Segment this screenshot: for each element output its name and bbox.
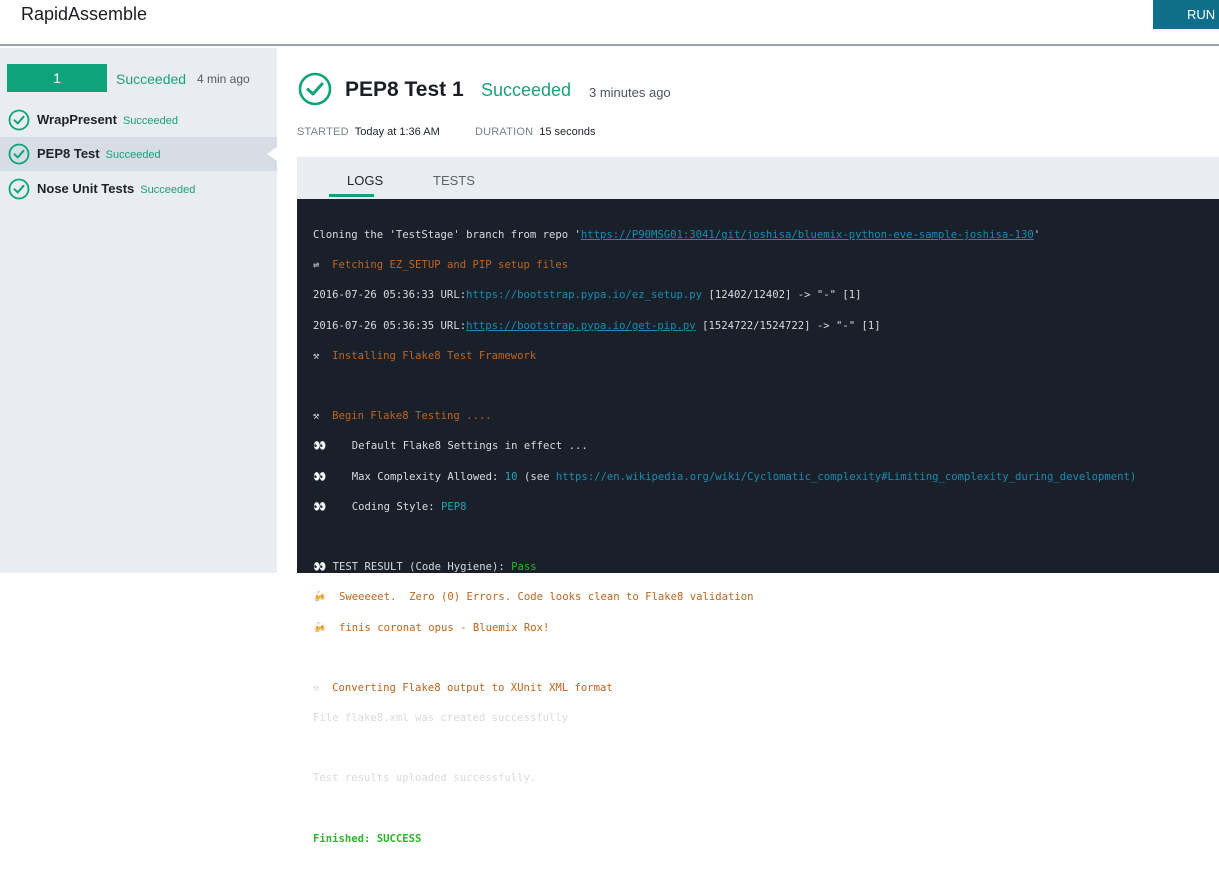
stage-item-nose-unit-tests[interactable]: Nose Unit Tests Succeeded [0, 172, 277, 206]
stage-status: Succeeded [140, 184, 196, 196]
tab-logs[interactable]: LOGS [347, 173, 383, 188]
log-text: Max Complexity Allowed: [326, 470, 505, 483]
log-text: Sweeeeet. Zero (0) Errors. Code looks cl… [326, 591, 754, 604]
log-line: 👀 Coding Style: PEP8 [313, 500, 1219, 515]
eyes-icon: 👀 [313, 470, 327, 483]
duration-value: 15 seconds [539, 126, 596, 138]
run-button[interactable]: RUN [1153, 0, 1219, 29]
sidebar: 1 Succeeded 4 min ago WrapPresent Succeed… [0, 48, 277, 573]
beer-icon: 🍻 [313, 621, 327, 634]
started-value: Today at 1:36 AM [354, 126, 440, 138]
log-text: File flake8.xml was created successfully [313, 712, 569, 725]
job-detail: PEP8 Test 1 Succeeded 3 minutes ago STAR… [277, 48, 1219, 845]
duration-label: DURATION [475, 126, 534, 138]
started-meta: STARTED Today at 1:36 AM [297, 126, 440, 138]
build-time: 4 min ago [197, 72, 250, 86]
log-text: ' [1033, 229, 1041, 242]
log-line: ⇌ Fetching EZ_SETUP and PIP setup files [313, 258, 1219, 273]
ez-setup-link[interactable]: https://bootstrap.pypa.io/ez_setup.py [466, 289, 702, 301]
stage-item-pep8-test[interactable]: PEP8 Test Succeeded [0, 137, 277, 171]
log-value: 10 [504, 470, 518, 483]
job-time-ago: 3 minutes ago [589, 85, 671, 100]
log-line: ⚒ Converting Flake8 output to XUnit XML … [313, 681, 1219, 696]
log-line: 👀 Max Complexity Allowed: 10 (see https:… [313, 470, 1219, 485]
active-tab-indicator [329, 194, 374, 197]
log-line: File flake8.xml was created successfully [313, 711, 1219, 726]
log-line: 🍻 finis coronat opus - Bluemix Rox! [313, 621, 1219, 636]
stage-name: Nose Unit Tests [37, 181, 135, 196]
finished-status: Finished: SUCCESS [313, 832, 422, 845]
stage-item-wrappresent[interactable]: WrapPresent Succeeded [0, 103, 277, 137]
log-line: ⚒ Installing Flake8 Test Framework [313, 349, 1219, 364]
test-result-value: Pass [511, 561, 537, 574]
log-line-blank [313, 741, 1219, 756]
log-line: ⚒ Begin Flake8 Testing .... [313, 409, 1219, 424]
active-pointer [267, 147, 277, 161]
log-text: (see [517, 470, 556, 483]
app-title: RapidAssemble [21, 4, 148, 24]
log-line: Finished: SUCCESS [313, 832, 1219, 847]
log-line: 👀 Default Flake8 Settings in effect ... [313, 439, 1219, 454]
started-label: STARTED [297, 126, 349, 138]
log-line-blank [313, 651, 1219, 666]
log-text: ) [1129, 470, 1137, 483]
repo-link[interactable]: https://P90MSG01:3041/git/joshisa/bluemi… [581, 229, 1034, 241]
log-text: Converting Flake8 output to XUnit XML fo… [319, 681, 613, 694]
log-text: 2016-07-26 05:36:33 URL: [313, 289, 467, 302]
stage-name: WrapPresent [37, 112, 117, 127]
tab-tests[interactable]: TESTS [433, 173, 475, 188]
log-text: Default Flake8 Settings in effect ... [326, 440, 588, 453]
job-status: Succeeded [481, 80, 572, 100]
log-text: Coding Style: [326, 500, 442, 513]
log-text: finis coronat opus - Bluemix Rox! [326, 621, 550, 634]
duration-meta: DURATION 15 seconds [475, 126, 596, 138]
build-number-badge[interactable]: 1 [7, 64, 107, 92]
stage-label: WrapPresent Succeeded [37, 112, 178, 127]
check-circle-icon [8, 143, 30, 165]
log-text: [12402/12402] -> "-" [1] [702, 289, 862, 302]
beer-icon: 🍻 [313, 591, 327, 604]
get-pip-link[interactable]: https://bootstrap.pypa.io/get-pip.py [466, 320, 696, 332]
stage-label: PEP8 Test Succeeded [37, 146, 161, 161]
eyes-icon: 👀 [313, 561, 327, 574]
tab-bar: LOGS TESTS [297, 157, 1219, 199]
log-output[interactable]: Cloning the 'TestStage' branch from repo… [297, 199, 1219, 845]
build-summary[interactable]: 1 Succeeded 4 min ago [7, 64, 272, 92]
wikipedia-link[interactable]: https://en.wikipedia.org/wiki/Cyclomatic… [556, 471, 1130, 483]
stage-label: Nose Unit Tests Succeeded [37, 181, 195, 196]
log-text: TEST RESULT (Code Hygiene): [326, 561, 512, 574]
stage-status: Succeeded [105, 149, 161, 161]
eyes-icon: 👀 [313, 500, 327, 513]
log-text: Cloning the 'TestStage' branch from repo… [313, 229, 581, 242]
top-bar: RapidAssemble RUN [0, 0, 1219, 46]
log-text: Fetching EZ_SETUP and PIP setup files [319, 259, 569, 272]
log-line-blank [313, 802, 1219, 817]
log-line: Cloning the 'TestStage' branch from repo… [313, 228, 1219, 243]
log-line: 2016-07-26 05:36:35 URL:https://bootstra… [313, 319, 1219, 334]
eyes-icon: 👀 [313, 440, 327, 453]
stage-status: Succeeded [122, 115, 179, 127]
log-text: 2016-07-26 05:36:35 URL: [313, 319, 467, 332]
log-line: Test results uploaded successfully. [313, 771, 1219, 786]
check-circle-icon [8, 109, 30, 131]
log-line-blank [313, 379, 1219, 394]
stage-name: PEP8 Test [37, 146, 100, 161]
log-text: Begin Flake8 Testing .... [319, 410, 492, 423]
log-value: PEP8 [441, 500, 467, 513]
log-line: 2016-07-26 05:36:33 URL:https://bootstra… [313, 288, 1219, 303]
log-text: [1524722/1524722] -> "-" [1] [695, 319, 881, 332]
log-text: Test results uploaded successfully. [313, 772, 537, 785]
check-circle-icon [8, 178, 30, 200]
build-status: Succeeded [116, 71, 187, 87]
log-line-blank [313, 530, 1219, 545]
check-circle-icon [298, 72, 332, 106]
job-title: PEP8 Test 1 [345, 78, 464, 101]
log-line: 🍻 Sweeeeet. Zero (0) Errors. Code looks … [313, 590, 1219, 605]
log-text: Installing Flake8 Test Framework [319, 349, 537, 362]
